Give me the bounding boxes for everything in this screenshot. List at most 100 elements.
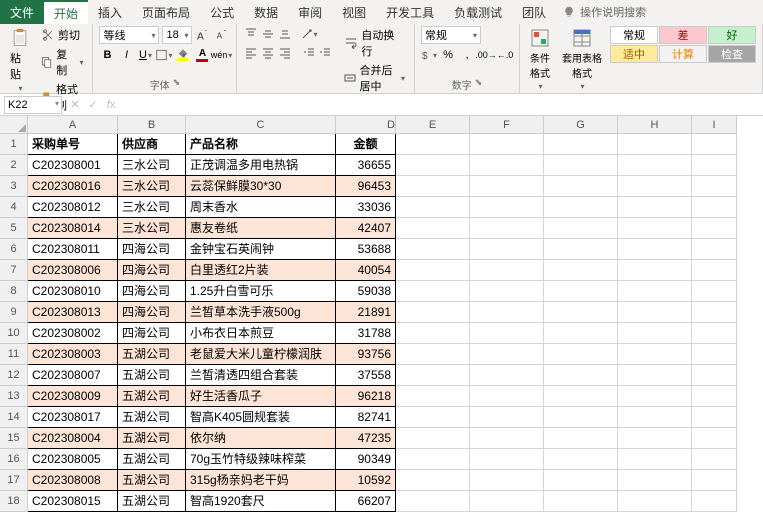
cell-A2[interactable]: C202308001 <box>28 155 118 176</box>
cell-B4[interactable]: 三水公司 <box>118 197 186 218</box>
cell-D14[interactable]: 82741 <box>336 407 396 428</box>
cell-B5[interactable]: 三水公司 <box>118 218 186 239</box>
number-dialog-launcher[interactable]: ⬊ <box>475 77 483 92</box>
cell-C17[interactable]: 315g杨亲妈老干妈 <box>186 470 336 491</box>
cell-I7[interactable] <box>692 260 737 281</box>
accounting-format-button[interactable]: $▾ <box>421 47 437 63</box>
cell-E2[interactable] <box>396 155 470 176</box>
cell-C16[interactable]: 70g玉竹特级辣味榨菜 <box>186 449 336 470</box>
row-header-18[interactable]: 18 <box>0 491 28 512</box>
align-left-button[interactable] <box>243 45 259 61</box>
cell-I4[interactable] <box>692 197 737 218</box>
cell-E17[interactable] <box>396 470 470 491</box>
cell-B15[interactable]: 五湖公司 <box>118 428 186 449</box>
cell-E15[interactable] <box>396 428 470 449</box>
chevron-down-icon[interactable]: ▾ <box>55 99 59 108</box>
cell-C12[interactable]: 兰皙清透四组合套装 <box>186 365 336 386</box>
cell-G17[interactable] <box>544 470 618 491</box>
cell-F17[interactable] <box>470 470 544 491</box>
cell-I17[interactable] <box>692 470 737 491</box>
font-size-select[interactable]: 18▾ <box>162 26 192 44</box>
cell-E16[interactable] <box>396 449 470 470</box>
cell-B17[interactable]: 五湖公司 <box>118 470 186 491</box>
cell-I12[interactable] <box>692 365 737 386</box>
cell-C2[interactable]: 正茂调温多用电热锅 <box>186 155 336 176</box>
cell-E7[interactable] <box>396 260 470 281</box>
style-good[interactable]: 好 <box>708 26 756 44</box>
tab-页面布局[interactable]: 页面布局 <box>132 0 200 24</box>
column-header-G[interactable]: G <box>544 116 618 134</box>
comma-button[interactable]: , <box>459 47 475 63</box>
fill-color-button[interactable]: ▾ <box>175 47 191 63</box>
cell-D9[interactable]: 21891 <box>336 302 396 323</box>
cell-I16[interactable] <box>692 449 737 470</box>
cell-E18[interactable] <box>396 491 470 512</box>
row-header-2[interactable]: 2 <box>0 155 28 176</box>
cell-I6[interactable] <box>692 239 737 260</box>
cell-E9[interactable] <box>396 302 470 323</box>
name-box[interactable]: ▾ <box>4 96 62 114</box>
cell-G2[interactable] <box>544 155 618 176</box>
tab-file[interactable]: 文件 <box>0 0 44 24</box>
cell-D18[interactable]: 66207 <box>336 491 396 512</box>
row-header-17[interactable]: 17 <box>0 470 28 491</box>
cell-A6[interactable]: C202308011 <box>28 239 118 260</box>
cell-E5[interactable] <box>396 218 470 239</box>
cell-D11[interactable]: 93756 <box>336 344 396 365</box>
cell-H18[interactable] <box>618 491 692 512</box>
cell-I8[interactable] <box>692 281 737 302</box>
enter-formula-button[interactable]: ✓ <box>84 98 102 111</box>
cell-A9[interactable]: C202308013 <box>28 302 118 323</box>
cell-A16[interactable]: C202308005 <box>28 449 118 470</box>
cell-H3[interactable] <box>618 176 692 197</box>
tab-插入[interactable]: 插入 <box>88 0 132 24</box>
row-header-6[interactable]: 6 <box>0 239 28 260</box>
cell-H11[interactable] <box>618 344 692 365</box>
formula-input[interactable] <box>120 96 763 114</box>
cell-F8[interactable] <box>470 281 544 302</box>
cell-D12[interactable]: 37558 <box>336 365 396 386</box>
row-header-10[interactable]: 10 <box>0 323 28 344</box>
cell-H7[interactable] <box>618 260 692 281</box>
cell-A10[interactable]: C202308002 <box>28 323 118 344</box>
cell-B11[interactable]: 五湖公司 <box>118 344 186 365</box>
cell-F16[interactable] <box>470 449 544 470</box>
row-header-5[interactable]: 5 <box>0 218 28 239</box>
cell-F18[interactable] <box>470 491 544 512</box>
cell-E10[interactable] <box>396 323 470 344</box>
percent-button[interactable]: % <box>440 47 456 63</box>
font-color-button[interactable]: A <box>194 47 210 63</box>
cell-F4[interactable] <box>470 197 544 218</box>
header-cell-B[interactable]: 供应商 <box>118 134 186 155</box>
header-cell-D[interactable]: 金额 <box>336 134 396 155</box>
row-header-1[interactable]: 1 <box>0 134 28 155</box>
cell-E4[interactable] <box>396 197 470 218</box>
cell-E11[interactable] <box>396 344 470 365</box>
increase-font-button[interactable]: Aˆ <box>195 27 211 43</box>
cell-E13[interactable] <box>396 386 470 407</box>
cell-A15[interactable]: C202308004 <box>28 428 118 449</box>
cell-H13[interactable] <box>618 386 692 407</box>
cell-F15[interactable] <box>470 428 544 449</box>
cell-C6[interactable]: 金钟宝石英闹钟 <box>186 239 336 260</box>
align-top-button[interactable] <box>243 26 259 42</box>
column-header-E[interactable]: E <box>396 116 470 134</box>
align-right-button[interactable] <box>277 45 293 61</box>
cell-D6[interactable]: 53688 <box>336 239 396 260</box>
tab-开发工具[interactable]: 开发工具 <box>376 0 444 24</box>
cell-G15[interactable] <box>544 428 618 449</box>
insert-function-button[interactable]: fx <box>102 99 120 111</box>
cell-F3[interactable] <box>470 176 544 197</box>
cell-C7[interactable]: 白里透红2片装 <box>186 260 336 281</box>
cell-H16[interactable] <box>618 449 692 470</box>
cell-D10[interactable]: 31788 <box>336 323 396 344</box>
header-cell-C[interactable]: 产品名称 <box>186 134 336 155</box>
italic-button[interactable]: I <box>118 47 134 63</box>
cell-G11[interactable] <box>544 344 618 365</box>
tab-公式[interactable]: 公式 <box>200 0 244 24</box>
cell-C15[interactable]: 依尔纳 <box>186 428 336 449</box>
cell-B3[interactable]: 三水公司 <box>118 176 186 197</box>
cell-I2[interactable] <box>692 155 737 176</box>
cell-E6[interactable] <box>396 239 470 260</box>
cell-D8[interactable]: 59038 <box>336 281 396 302</box>
